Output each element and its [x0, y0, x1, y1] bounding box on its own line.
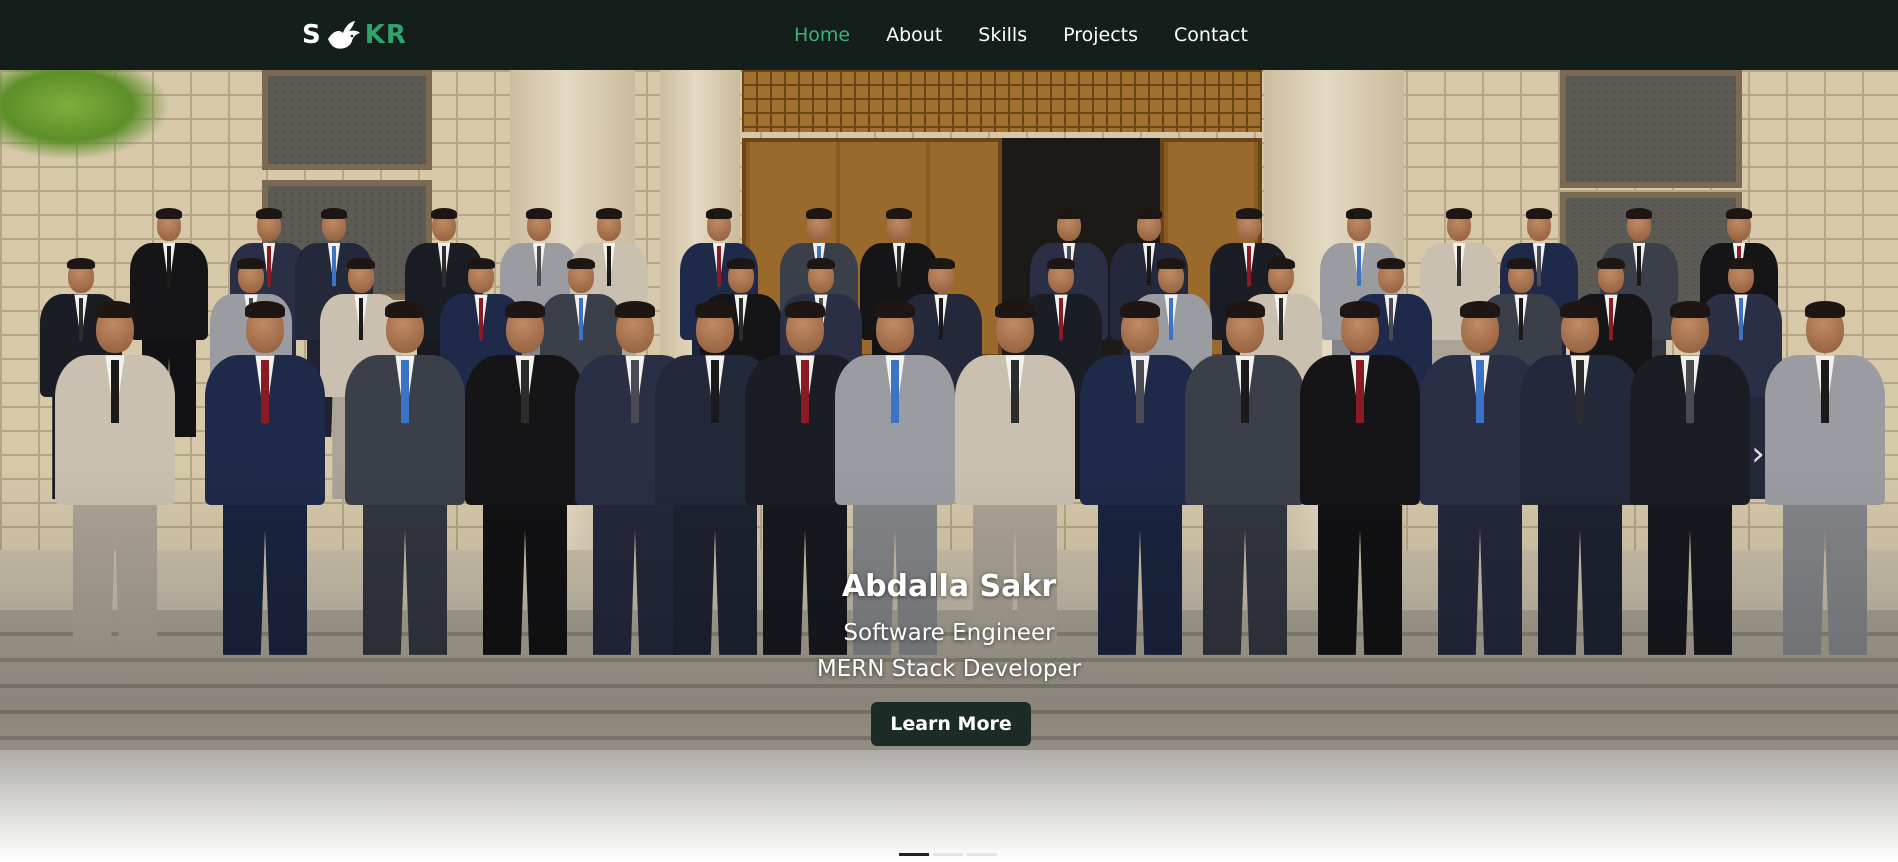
nav-link-skills[interactable]: Skills — [978, 24, 1027, 46]
carousel-indicator-2[interactable] — [933, 853, 963, 856]
dove-icon — [327, 21, 360, 49]
nav-link-home[interactable]: Home — [794, 24, 850, 46]
hero-subtitle-role: Software Engineer — [843, 620, 1055, 646]
nav-link-contact[interactable]: Contact — [1174, 24, 1248, 46]
logo-text-left: S — [302, 20, 321, 50]
site-logo[interactable]: S KR — [302, 17, 407, 53]
carousel-indicators — [899, 853, 997, 856]
learn-more-button[interactable]: Learn More — [871, 702, 1031, 746]
nav-links: Home About Skills Projects Contact — [794, 0, 1248, 70]
hero-subtitle-stack: MERN Stack Developer — [816, 656, 1082, 682]
chevron-right-icon[interactable]: › — [1746, 434, 1770, 474]
navbar: S KR Home About Skills Projects Contact — [0, 0, 1898, 70]
hero-title: Abdalla Sakr — [841, 569, 1057, 604]
nav-link-projects[interactable]: Projects — [1063, 24, 1138, 46]
nav-link-about[interactable]: About — [886, 24, 942, 46]
logo-text-right: KR — [364, 20, 407, 50]
carousel-indicator-1[interactable] — [899, 853, 929, 856]
carousel-next-glyph: › — [1751, 434, 1765, 474]
carousel-indicator-3[interactable] — [967, 853, 997, 856]
